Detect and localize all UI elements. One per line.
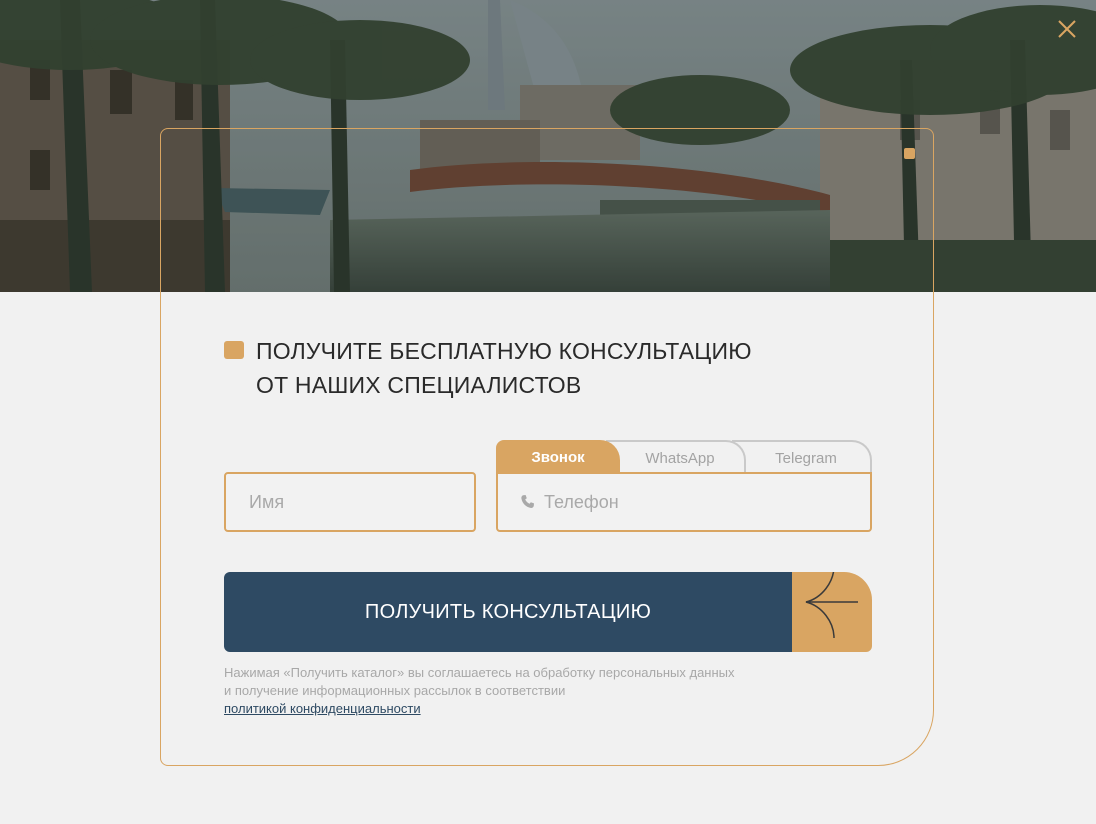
phone-field[interactable] [496, 472, 872, 532]
tab-whatsapp-label: WhatsApp [645, 449, 715, 467]
privacy-policy-link[interactable]: политикой конфиденциальности [224, 701, 421, 716]
phone-input[interactable] [498, 474, 870, 530]
consent-line2: и получение информационных рассылок в со… [224, 683, 566, 698]
tab-call-label: Звонок [531, 448, 585, 466]
form-title-line2: ОТ НАШИХ СПЕЦИАЛИСТОВ [256, 372, 582, 398]
submit-button-label: ПОЛУЧИТЬ КОНСУЛЬТАЦИЮ [364, 600, 652, 623]
tab-telegram[interactable]: Telegram [732, 440, 872, 474]
form-title: ПОЛУЧИТЕ БЕСПЛАТНУЮ КОНСУЛЬТАЦИЮ ОТ НАШИ… [256, 334, 816, 402]
name-field[interactable] [224, 472, 476, 532]
phone-icon [521, 495, 534, 509]
consultation-modal: ПОЛУЧИТЕ БЕСПЛАТНУЮ КОНСУЛЬТАЦИЮ ОТ НАШИ… [0, 0, 1096, 824]
consent-text: Нажимая «Получить каталог» вы соглашаете… [224, 664, 864, 718]
submit-arrow-button[interactable] [792, 565, 872, 652]
form-title-line1: ПОЛУЧИТЕ БЕСПЛАТНУЮ КОНСУЛЬТАЦИЮ [256, 338, 752, 364]
consent-line1: Нажимая «Получить каталог» вы соглашаете… [224, 665, 735, 680]
consent-line2-wrap: и получение информационных рассылок в со… [224, 682, 864, 718]
arrow-left-icon [805, 565, 858, 639]
contact-method-tabs: Telegram WhatsApp Звонок [496, 440, 872, 474]
close-icon[interactable] [1056, 18, 1078, 40]
title-marker [224, 341, 244, 359]
name-input[interactable] [226, 474, 474, 530]
submit-button[interactable]: ПОЛУЧИТЬ КОНСУЛЬТАЦИЮ [224, 572, 792, 652]
frame-corner-marker [904, 148, 915, 159]
tab-whatsapp[interactable]: WhatsApp [606, 440, 746, 474]
tab-call[interactable]: Звонок [496, 440, 620, 474]
tab-telegram-label: Telegram [775, 449, 837, 467]
